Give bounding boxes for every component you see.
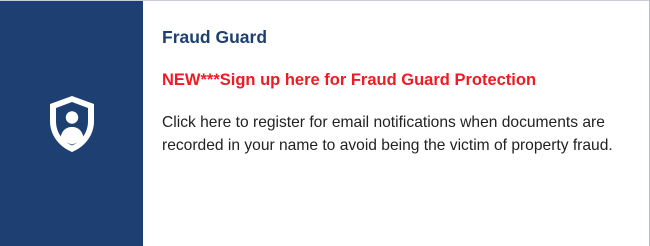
card-title[interactable]: Fraud Guard	[162, 26, 639, 48]
card-content: Fraud Guard NEW***Sign up here for Fraud…	[143, 1, 649, 246]
signup-link[interactable]: NEW***Sign up here for Fraud Guard Prote…	[162, 69, 639, 91]
card-description[interactable]: Click here to register for email notific…	[162, 111, 627, 157]
shield-user-icon	[42, 89, 102, 159]
icon-panel	[0, 1, 143, 246]
fraud-guard-card[interactable]: Fraud Guard NEW***Sign up here for Fraud…	[0, 0, 650, 246]
